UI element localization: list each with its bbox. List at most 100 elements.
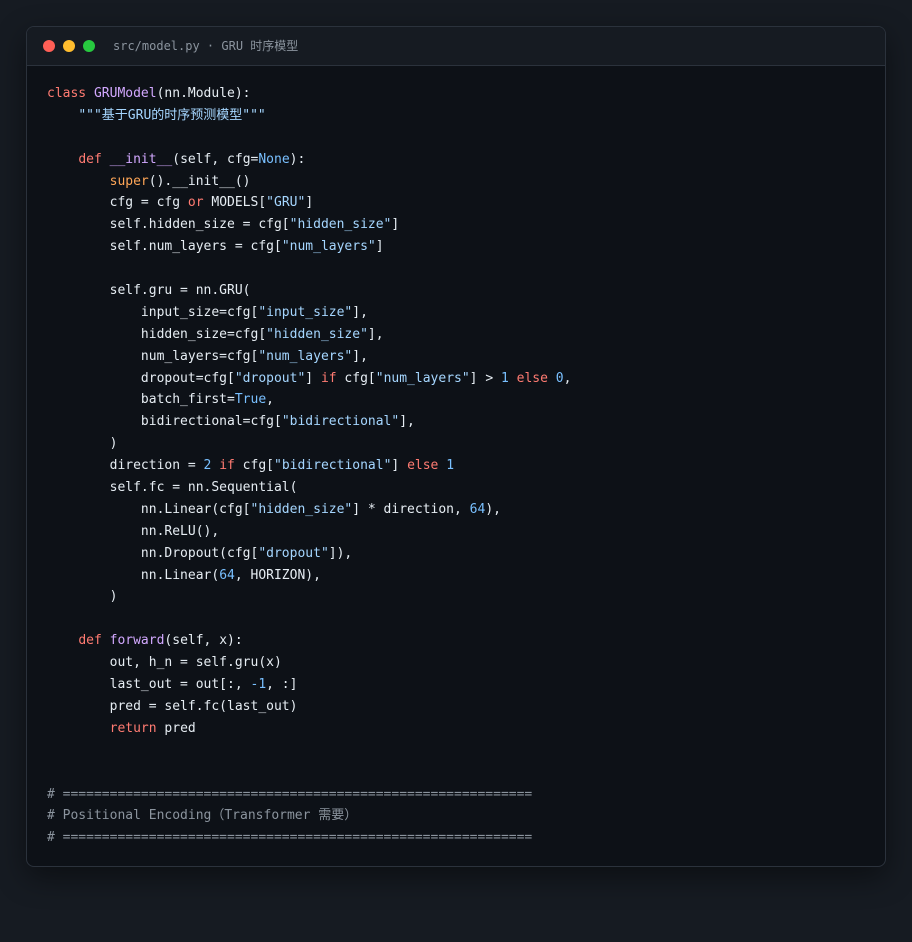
code-keyword: def — [78, 151, 110, 167]
code-text: input_size=cfg[ — [47, 304, 259, 320]
code-line: self.gru = nn.GRU( — [47, 280, 875, 302]
code-string: "num_layers" — [281, 239, 376, 255]
code-string: "num_layers" — [375, 370, 470, 386]
code-line: # Positional Encoding（Transformer 需要） — [47, 805, 875, 827]
code-text: ), — [485, 501, 501, 517]
code-text: nn.Linear( — [47, 567, 220, 583]
code-keyword: else — [516, 370, 548, 386]
code-comment: # Positional Encoding（Transformer 需要） — [47, 808, 358, 824]
code-text: ) — [47, 589, 118, 605]
code-number: 64 — [219, 567, 235, 583]
code-string: "hidden_size" — [289, 217, 392, 233]
code-text: (nn.Module): — [156, 86, 251, 101]
code-text: , HORIZON), — [234, 567, 321, 583]
code-text: dropout=cfg[ — [47, 370, 235, 386]
code-keyword: or — [187, 195, 204, 211]
code-string: "dropout" — [234, 370, 306, 386]
code-function-name: forward — [109, 633, 165, 649]
code-line: def forward(self, x): — [47, 630, 875, 652]
code-keyword: def — [78, 633, 110, 649]
code-keyword: else — [407, 458, 439, 474]
code-text: ] — [305, 370, 321, 386]
code-block: class GRUModel(nn.Module): """基于GRU的时序预测… — [47, 83, 875, 849]
code-line: self.num_layers = cfg["num_layers"] — [47, 236, 875, 258]
code-text: nn.Linear(cfg[ — [47, 501, 251, 517]
code-text: MODELS[ — [203, 195, 267, 211]
code-line: pred = self.fc(last_out) — [47, 696, 875, 718]
code-text: pred = self.fc(last_out) — [47, 698, 298, 714]
code-number: 1 — [446, 458, 455, 474]
code-text: self.num_layers = cfg[ — [47, 239, 282, 255]
code-line: super().__init__() — [47, 171, 875, 193]
code-text: ] * direction, — [352, 501, 470, 517]
code-text: hidden_size=cfg[ — [47, 326, 267, 342]
code-text: ] > — [469, 370, 501, 386]
code-keyword: if — [219, 458, 235, 474]
close-window-button[interactable] — [43, 40, 55, 52]
code-text: direction = — [47, 458, 204, 474]
code-text: ] — [305, 195, 314, 211]
code-line: # ======================================… — [47, 784, 875, 806]
code-constant: True — [234, 392, 267, 408]
code-line: nn.Linear(cfg["hidden_size"] * direction… — [47, 499, 875, 521]
code-line: direction = 2 if cfg["bidirectional"] el… — [47, 455, 875, 477]
code-text: nn.ReLU(), — [47, 523, 220, 539]
code-text: ], — [399, 414, 415, 430]
code-text: self.gru = nn.GRU( — [47, 283, 251, 299]
code-text: nn.Dropout(cfg[ — [47, 545, 259, 561]
code-text: self.fc = nn.Sequential( — [47, 480, 298, 496]
code-string: "dropout" — [258, 545, 329, 561]
code-line: ) — [47, 433, 875, 455]
code-string: "hidden_size" — [266, 326, 368, 342]
code-text: out, h_n = self.gru(x) — [47, 655, 282, 671]
code-number: 1 — [500, 370, 509, 386]
minimize-window-button[interactable] — [63, 40, 75, 52]
code-line: cfg = cfg or MODELS["GRU"] — [47, 192, 875, 214]
code-line: nn.Linear(64, HORIZON), — [47, 565, 875, 587]
code-text: , — [563, 370, 572, 386]
code-constant: None — [258, 151, 290, 167]
code-number: 64 — [469, 501, 486, 517]
code-text: pred — [156, 720, 196, 736]
code-line: out, h_n = self.gru(x) — [47, 652, 875, 674]
code-line: def __init__(self, cfg=None): — [47, 149, 875, 171]
code-line: self.fc = nn.Sequential( — [47, 477, 875, 499]
code-text: ], — [352, 348, 368, 364]
code-text: batch_first= — [47, 392, 235, 408]
code-line: batch_first=True, — [47, 389, 875, 411]
code-text: ], — [367, 326, 384, 342]
code-line: hidden_size=cfg["hidden_size"], — [47, 324, 875, 346]
code-number: 0 — [555, 370, 564, 386]
code-line: class GRUModel(nn.Module): — [47, 83, 875, 105]
window-titlebar: src/model.py · GRU 时序模型 — [27, 27, 885, 66]
code-keyword: class — [47, 86, 94, 101]
code-line: ) — [47, 586, 875, 608]
code-keyword: return — [109, 720, 157, 736]
code-window: src/model.py · GRU 时序模型 class GRUModel(n… — [26, 26, 886, 867]
code-comment: # ======================================… — [47, 786, 533, 802]
code-text: ]), — [328, 545, 353, 561]
code-builtin: super — [109, 173, 149, 189]
code-string: "hidden_size" — [250, 501, 353, 517]
code-line: self.hidden_size = cfg["hidden_size"] — [47, 214, 875, 236]
code-text: (self, cfg= — [172, 151, 259, 167]
code-text: cfg[ — [234, 458, 274, 474]
code-string: "input_size" — [258, 304, 353, 320]
code-text: ] — [391, 217, 400, 233]
code-text: bidirectional=cfg[ — [47, 414, 282, 430]
code-line: nn.Dropout(cfg["dropout"]), — [47, 543, 875, 565]
code-number: -1 — [250, 677, 267, 693]
code-text: (self, x): — [164, 633, 243, 649]
code-line: input_size=cfg["input_size"], — [47, 302, 875, 324]
maximize-window-button[interactable] — [83, 40, 95, 52]
code-text: , — [266, 392, 274, 408]
